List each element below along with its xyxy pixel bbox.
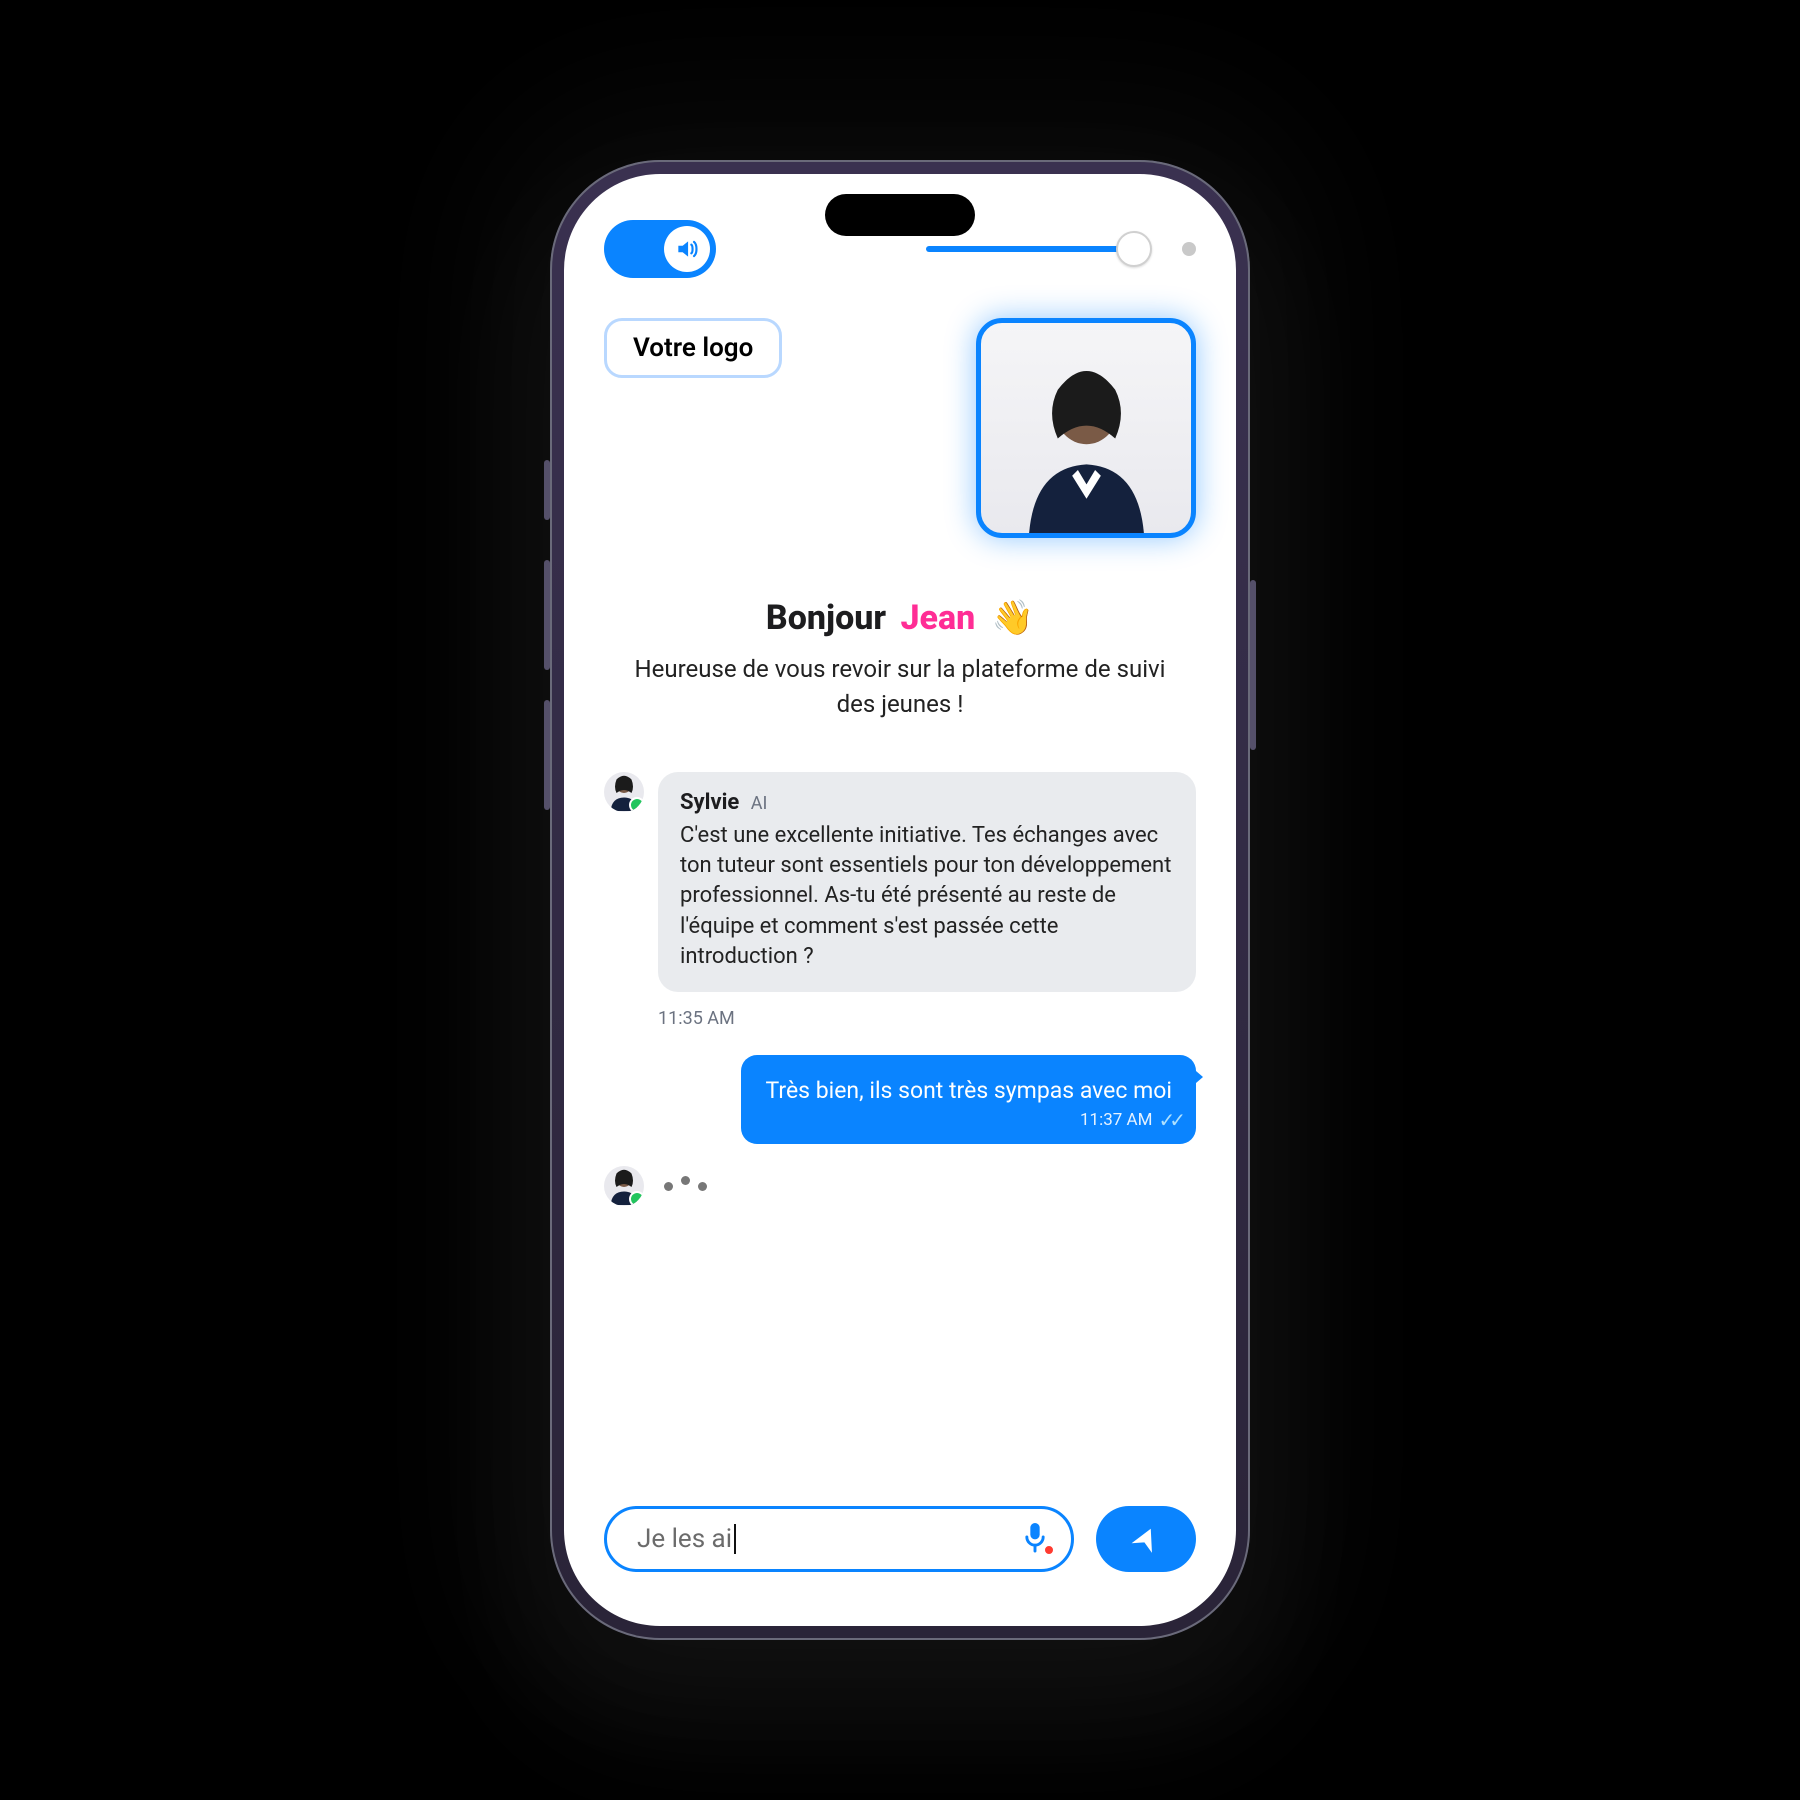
greeting-hello: Bonjour [766, 598, 886, 638]
assistant-video-avatar[interactable] [976, 318, 1196, 538]
ai-message-bubble: Sylvie AI C'est une excellente initiativ… [658, 772, 1196, 993]
read-receipt-icon: ✓✓ [1158, 1107, 1180, 1134]
composer-text: Je les ai [637, 1524, 732, 1554]
phone-side-button [1250, 580, 1256, 750]
greeting-block: Bonjour Jean 👋 Heureuse de vous revoir s… [564, 538, 1236, 722]
phone-side-button [544, 560, 550, 670]
recording-indicator-icon [1043, 1544, 1055, 1556]
send-button[interactable] [1096, 1506, 1196, 1572]
phone-frame: Votre logo Bonjour Jean 👋 Heureuse de vo… [550, 160, 1250, 1640]
sound-toggle[interactable] [604, 220, 716, 278]
person-icon [1013, 361, 1160, 533]
user-message-body: Très bien, ils sont très sympas avec moi [765, 1077, 1172, 1104]
top-bar [564, 174, 1236, 288]
ai-sender-tag: AI [751, 793, 768, 814]
sound-toggle-knob [664, 226, 710, 272]
ai-sender: Sylvie AI [680, 790, 1174, 815]
logo-label: Votre logo [633, 333, 753, 363]
wave-icon: 👋 [992, 598, 1034, 638]
ai-avatar[interactable] [604, 772, 644, 812]
greeting-title: Bonjour Jean 👋 [624, 598, 1176, 638]
user-message-bubble: Très bien, ils sont très sympas avec moi… [741, 1055, 1196, 1144]
phone-side-button [544, 700, 550, 810]
header-row: Votre logo [564, 288, 1236, 538]
typing-indicator [604, 1166, 1196, 1206]
text-cursor [734, 1524, 736, 1554]
microphone-button[interactable] [1021, 1520, 1051, 1558]
slider-track [926, 246, 1126, 252]
person-icon [609, 774, 639, 812]
ai-avatar[interactable] [604, 1166, 644, 1206]
greeting-name: Jean [901, 598, 976, 638]
slider-knob[interactable] [1116, 231, 1152, 267]
message-input[interactable]: Je les ai [604, 1506, 1074, 1572]
composer-row: Je les ai [564, 1480, 1236, 1626]
ai-sender-name: Sylvie [680, 790, 739, 815]
typing-dots-icon [664, 1182, 707, 1191]
volume-slider[interactable] [926, 231, 1196, 267]
ai-message-time: 11:35 AM [658, 1008, 1196, 1029]
message-user: Très bien, ils sont très sympas avec moi… [604, 1055, 1196, 1144]
person-icon [609, 1168, 639, 1206]
message-ai: Sylvie AI C'est une excellente initiativ… [604, 772, 1196, 993]
phone-side-button [544, 460, 550, 520]
user-message-time: 11:37 AM [1080, 1109, 1152, 1132]
logo-placeholder[interactable]: Votre logo [604, 318, 782, 378]
greeting-subtitle: Heureuse de vous revoir sur la plateform… [624, 652, 1176, 722]
app-screen: Votre logo Bonjour Jean 👋 Heureuse de vo… [564, 174, 1236, 1626]
messages-list[interactable]: Sylvie AI C'est une excellente initiativ… [564, 722, 1236, 1480]
message-input-value: Je les ai [637, 1524, 736, 1554]
speaker-icon [674, 236, 700, 262]
send-icon [1131, 1524, 1161, 1554]
ai-message-body: C'est une excellente initiative. Tes éch… [680, 821, 1174, 973]
overflow-menu-icon[interactable] [1182, 242, 1196, 256]
